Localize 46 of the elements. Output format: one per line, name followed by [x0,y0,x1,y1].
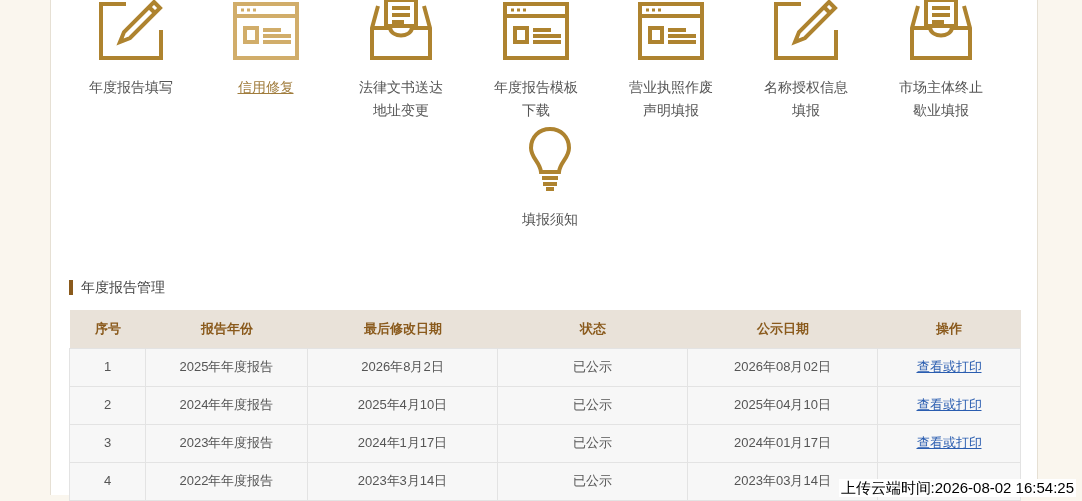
window-layout-icon [232,2,299,60]
service-link[interactable]: 名称授权信息 填报 [763,76,848,122]
table-cell: 4 [103,473,112,489]
table-cell: 2024年1月17日 [357,435,448,451]
table-cell: 2023年3月14日 [357,473,448,489]
table-cell: 2023年年度报告 [179,435,274,451]
service-link[interactable]: 法律文书送达 地址变更 [358,76,443,122]
table-cell: 已公示 [573,359,612,375]
document-tray-icon [907,0,974,60]
table-cell: 2025年年度报告 [179,359,274,375]
window-layout-icon [637,2,704,60]
light-bulb-icon [528,126,572,192]
column-header: 状态 [497,310,688,348]
column-header: 操作 [877,310,1021,348]
section-title: 年度报告管理 [81,278,165,297]
column-header: 最后修改日期 [307,310,498,348]
service-link[interactable]: 营业执照作废 声明填报 [628,76,713,122]
table-cell: 1 [103,359,112,375]
column-header: 报告年份 [145,310,308,348]
table-cell: 已公示 [573,397,612,413]
table-cell: 2026年08月02日 [734,359,831,375]
document-tray-icon [367,0,434,60]
table-cell: 2024年01月17日 [734,435,831,451]
table-cell: 已公示 [573,435,612,451]
view-print-link[interactable]: 查看或打印 [916,359,982,375]
view-print-link[interactable]: 查看或打印 [916,435,982,451]
pencil-edit-icon [97,0,164,60]
table-cell: 2025年4月10日 [357,397,448,413]
table-cell: 2026年8月2日 [361,359,444,375]
window-layout-icon [502,2,569,60]
column-header: 公示日期 [687,310,878,348]
view-print-link[interactable]: 查看或打印 [916,397,982,413]
service-link[interactable]: 市场主体终止 歇业填报 [898,76,983,122]
table-cell: 2 [103,397,112,413]
table-cell: 2023年03月14日 [734,473,831,489]
upload-time-overlay: 上传云端时间:2026-08-02 16:54:25 [838,479,1076,497]
column-header: 序号 [69,310,146,348]
service-link[interactable]: 填报须知 [522,208,578,231]
table-cell: 2025年04月10日 [734,397,831,413]
pencil-edit-icon [772,0,839,60]
table-cell: 3 [103,435,112,451]
service-link[interactable]: 年度报告模板 下载 [493,76,578,122]
table-cell: 2022年年度报告 [179,473,274,489]
table-cell: 已公示 [573,473,612,489]
table-cell: 2024年年度报告 [179,397,274,413]
service-link[interactable]: 年度报告填写 [88,76,173,99]
